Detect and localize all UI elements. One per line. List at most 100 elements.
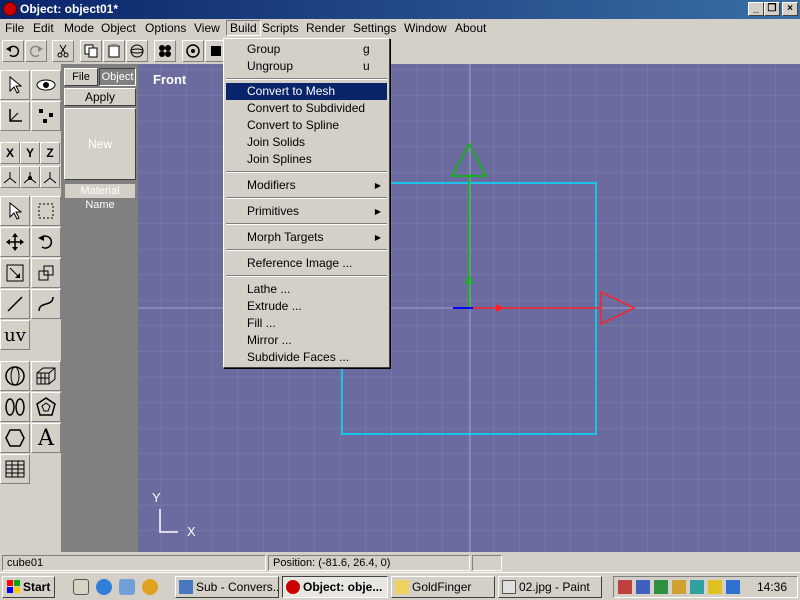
menu-item-modifiers[interactable]: Modifiers ▶ [226, 177, 387, 194]
tray-schedule-icon[interactable] [672, 580, 686, 594]
maximize-button[interactable]: ❐ [764, 2, 780, 16]
grid-icon[interactable] [0, 454, 30, 484]
menu-item-group[interactable]: Group g [226, 41, 387, 58]
pivot-icon[interactable] [0, 166, 20, 188]
close-button[interactable]: × [782, 2, 798, 16]
paste-icon[interactable] [103, 40, 125, 62]
tray-app-icon[interactable] [618, 580, 632, 594]
menu-item-morph-targets[interactable]: Morph Targets ▶ [226, 229, 387, 246]
text-tool[interactable]: A [31, 423, 61, 453]
menu-edit[interactable]: Edit [33, 21, 54, 35]
build-menu-dropdown: Group g Ungroup u Convert to Mesh Convert … [223, 38, 390, 368]
tray-monitor-icon[interactable] [654, 580, 668, 594]
select-tool-icon[interactable] [0, 196, 30, 226]
group-icon[interactable] [154, 40, 176, 62]
menu-build[interactable]: Build [226, 20, 261, 36]
internet-explorer-icon[interactable] [96, 579, 112, 595]
task-object[interactable]: Object: obje... [282, 576, 388, 598]
tray-sync-icon[interactable] [690, 580, 704, 594]
app-icon[interactable] [3, 2, 17, 16]
eye-icon[interactable] [31, 70, 61, 100]
move-icon[interactable] [0, 227, 30, 257]
menu-item-label: Morph Targets [247, 230, 324, 244]
menu-view[interactable]: View [194, 21, 220, 35]
viewport-label[interactable]: Front [153, 72, 186, 87]
tab-file[interactable]: File [64, 68, 98, 86]
task-goldfinger[interactable]: GoldFinger [391, 576, 495, 598]
menu-separator [226, 78, 387, 80]
menu-item-convert-to-mesh[interactable]: Convert to Mesh [226, 83, 387, 100]
material-name-field[interactable]: Material Name [64, 183, 136, 211]
rotate-icon[interactable] [31, 227, 61, 257]
menu-item-join-splines[interactable]: Join Splines [226, 151, 387, 168]
select-arrow-icon[interactable] [0, 70, 30, 100]
box-select-icon[interactable] [31, 196, 61, 226]
start-label: Start [23, 580, 51, 594]
media-player-icon[interactable] [142, 579, 158, 595]
menu-item-extrude[interactable]: Extrude ... [226, 298, 387, 315]
menu-item-ungroup[interactable]: Ungroup u [226, 58, 387, 75]
cylinder-primitive-icon[interactable] [0, 392, 30, 422]
axis-y-label: Y [25, 146, 34, 160]
menu-item-join-solids[interactable]: Join Solids [226, 134, 387, 151]
menu-item-mirror[interactable]: Mirror ... [226, 332, 387, 349]
sphere-primitive-icon[interactable] [0, 361, 30, 391]
redo-icon[interactable] [25, 40, 47, 62]
axis-z-toggle[interactable]: Z [40, 142, 60, 164]
scale-icon[interactable] [0, 258, 30, 288]
show-desktop-icon[interactable] [73, 579, 89, 595]
menu-item-fill[interactable]: Fill ... [226, 315, 387, 332]
axis-x-label: X [5, 146, 14, 160]
menu-mode[interactable]: Mode [64, 21, 94, 35]
copy-icon[interactable] [80, 40, 102, 62]
sphere-icon[interactable] [126, 40, 148, 62]
menu-options[interactable]: Options [145, 21, 186, 35]
curve-icon[interactable] [31, 289, 61, 319]
outlook-icon[interactable] [119, 579, 135, 595]
pivot-lock-icon[interactable] [20, 166, 40, 188]
axis-select-icon[interactable] [0, 101, 30, 131]
task-paint[interactable]: 02.jpg - Paint [498, 576, 602, 598]
menu-render[interactable]: Render [306, 21, 345, 35]
uv-tool[interactable]: uv [0, 320, 30, 350]
task-sub-convers[interactable]: Sub - Convers... [175, 576, 279, 598]
menu-file[interactable]: File [5, 21, 24, 35]
system-tray: 14:36 [613, 576, 798, 598]
menu-object[interactable]: Object [101, 21, 136, 35]
menu-item-convert-to-spline[interactable]: Convert to Spline [226, 117, 387, 134]
pivot-world-icon[interactable] [40, 166, 60, 188]
line-icon[interactable] [0, 289, 30, 319]
menu-scripts[interactable]: Scripts [262, 21, 299, 35]
menu-item-reference-image[interactable]: Reference Image ... [226, 255, 387, 272]
task-label: Sub - Convers... [196, 580, 279, 594]
undo-icon[interactable] [2, 40, 24, 62]
cube-primitive-icon[interactable] [31, 361, 61, 391]
menu-settings[interactable]: Settings [353, 21, 396, 35]
polygon-primitive-icon[interactable] [0, 423, 30, 453]
menu-window[interactable]: Window [404, 21, 447, 35]
start-button[interactable]: Start [2, 576, 55, 598]
geosphere-primitive-icon[interactable] [31, 392, 61, 422]
points-icon[interactable] [31, 101, 61, 131]
extrude-icon[interactable] [31, 258, 61, 288]
menu-item-subdivide-faces[interactable]: Subdivide Faces ... [226, 349, 387, 366]
menu-item-primitives[interactable]: Primitives ▶ [226, 203, 387, 220]
new-material-button[interactable]: New [64, 108, 136, 180]
menu-about[interactable]: About [455, 21, 486, 35]
tray-network-icon[interactable] [636, 580, 650, 594]
menu-item-lathe[interactable]: Lathe ... [226, 281, 387, 298]
clock[interactable]: 14:36 [757, 580, 787, 594]
axis-x-toggle[interactable]: X [0, 142, 20, 164]
tray-display-icon[interactable] [726, 580, 740, 594]
menu-item-label: Fill ... [247, 316, 276, 330]
cut-icon[interactable] [52, 40, 74, 62]
task-label: GoldFinger [412, 580, 472, 594]
axis-y-toggle[interactable]: Y [20, 142, 40, 164]
minimize-button[interactable]: _ [748, 2, 764, 16]
orbit-icon[interactable] [182, 40, 204, 62]
tab-object[interactable]: Object [99, 68, 136, 86]
menu-item-convert-to-subdivided[interactable]: Convert to Subdivided [226, 100, 387, 117]
volume-icon[interactable] [708, 580, 722, 594]
apply-button[interactable]: Apply [64, 88, 136, 106]
uv-label: uv [4, 324, 26, 346]
